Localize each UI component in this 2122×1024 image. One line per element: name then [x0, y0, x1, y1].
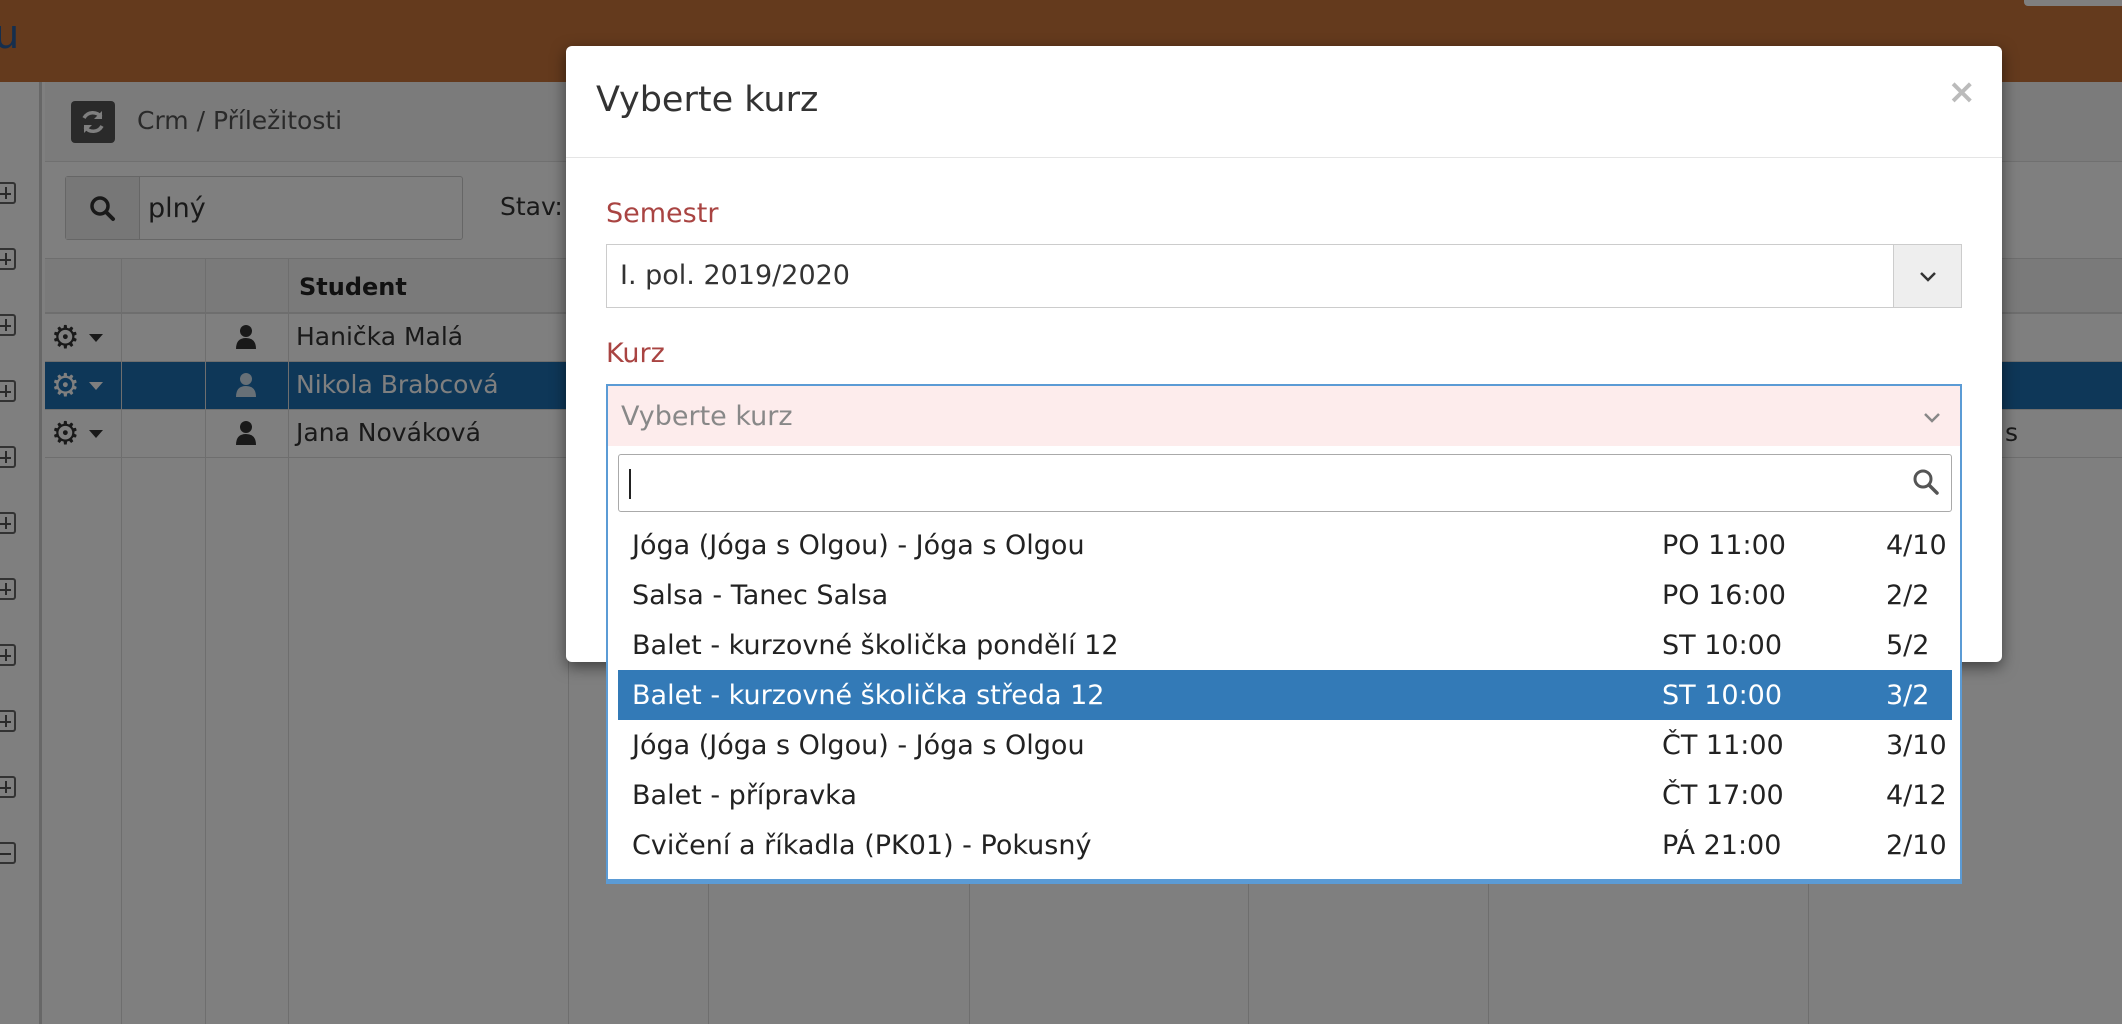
- semestr-label: Semestr: [606, 198, 719, 229]
- kurz-option[interactable]: Balet - kurzovné školička středa 12 ST 10…: [618, 670, 1952, 720]
- option-capacity: 3/2: [1886, 680, 1930, 711]
- search-icon: [1913, 469, 1939, 495]
- kurz-label: Kurz: [606, 338, 665, 369]
- close-button[interactable]: ×: [1948, 72, 1977, 112]
- option-capacity: 3/10: [1886, 730, 1947, 761]
- option-time: ČT 11:00: [1662, 730, 1784, 761]
- option-course-name: Cvičení a říkadla (PK01) - Pokusný: [632, 830, 1092, 861]
- kurz-option[interactable]: Balet - přípravka ČT 17:00 4/12: [618, 770, 1952, 820]
- kurz-dropdown: Jóga (Jóga s Olgou) - Jóga s Olgou PO 11:…: [606, 446, 1962, 884]
- option-time: PO 16:00: [1662, 580, 1786, 611]
- option-time: PÁ 21:00: [1662, 830, 1782, 861]
- option-course-name: Jóga (Jóga s Olgou) - Jóga s Olgou: [632, 730, 1085, 761]
- kurz-option[interactable]: Salsa - Tanec Salsa PO 16:00 2/2: [618, 570, 1952, 620]
- kurz-option[interactable]: Jóga (Jóga s Olgou) - Jóga s Olgou PO 11:…: [618, 520, 1952, 570]
- chevron-down-icon: [1924, 413, 1940, 423]
- option-capacity: 2/10: [1886, 830, 1947, 861]
- option-time: ČT 17:00: [1662, 780, 1784, 811]
- kurz-search-input[interactable]: [618, 454, 1952, 512]
- chevron-down-icon: [1920, 272, 1936, 282]
- kurz-select[interactable]: Vyberte kurz: [606, 384, 1962, 448]
- kurz-option[interactable]: Cvičení a říkadla (PK01) - Pokusný PÁ 21:…: [618, 820, 1952, 870]
- option-course-name: Balet - kurzovné školička pondělí 12: [632, 630, 1119, 661]
- semestr-value: I. pol. 2019/2020: [620, 260, 850, 291]
- kurz-option[interactable]: Jóga (Jóga s Olgou) - Jóga s Olgou ČT 11:…: [618, 720, 1952, 770]
- option-capacity: 4/10: [1886, 530, 1947, 561]
- option-course-name: Balet - kurzovné školička středa 12: [632, 680, 1105, 711]
- option-time: ST 10:00: [1662, 680, 1783, 711]
- modal-header: Vyberte kurz ×: [566, 46, 2002, 158]
- text-cursor: [629, 469, 631, 499]
- option-course-name: Jóga (Jóga s Olgou) - Jóga s Olgou: [632, 530, 1085, 561]
- option-course-name: Salsa - Tanec Salsa: [632, 580, 889, 611]
- semestr-dropdown-toggle[interactable]: [1893, 245, 1961, 307]
- option-time: ST 10:00: [1662, 630, 1783, 661]
- option-capacity: 5/2: [1886, 630, 1930, 661]
- option-course-name: Balet - přípravka: [632, 780, 857, 811]
- option-capacity: 2/2: [1886, 580, 1930, 611]
- modal-title: Vyberte kurz: [596, 80, 819, 120]
- kurz-option[interactable]: Balet - kurzovné školička pondělí 12 ST 1…: [618, 620, 1952, 670]
- option-capacity: 4/12: [1886, 780, 1947, 811]
- semestr-select[interactable]: I. pol. 2019/2020: [606, 244, 1962, 308]
- kurz-placeholder: Vyberte kurz: [621, 401, 793, 432]
- option-time: PO 11:00: [1662, 530, 1786, 561]
